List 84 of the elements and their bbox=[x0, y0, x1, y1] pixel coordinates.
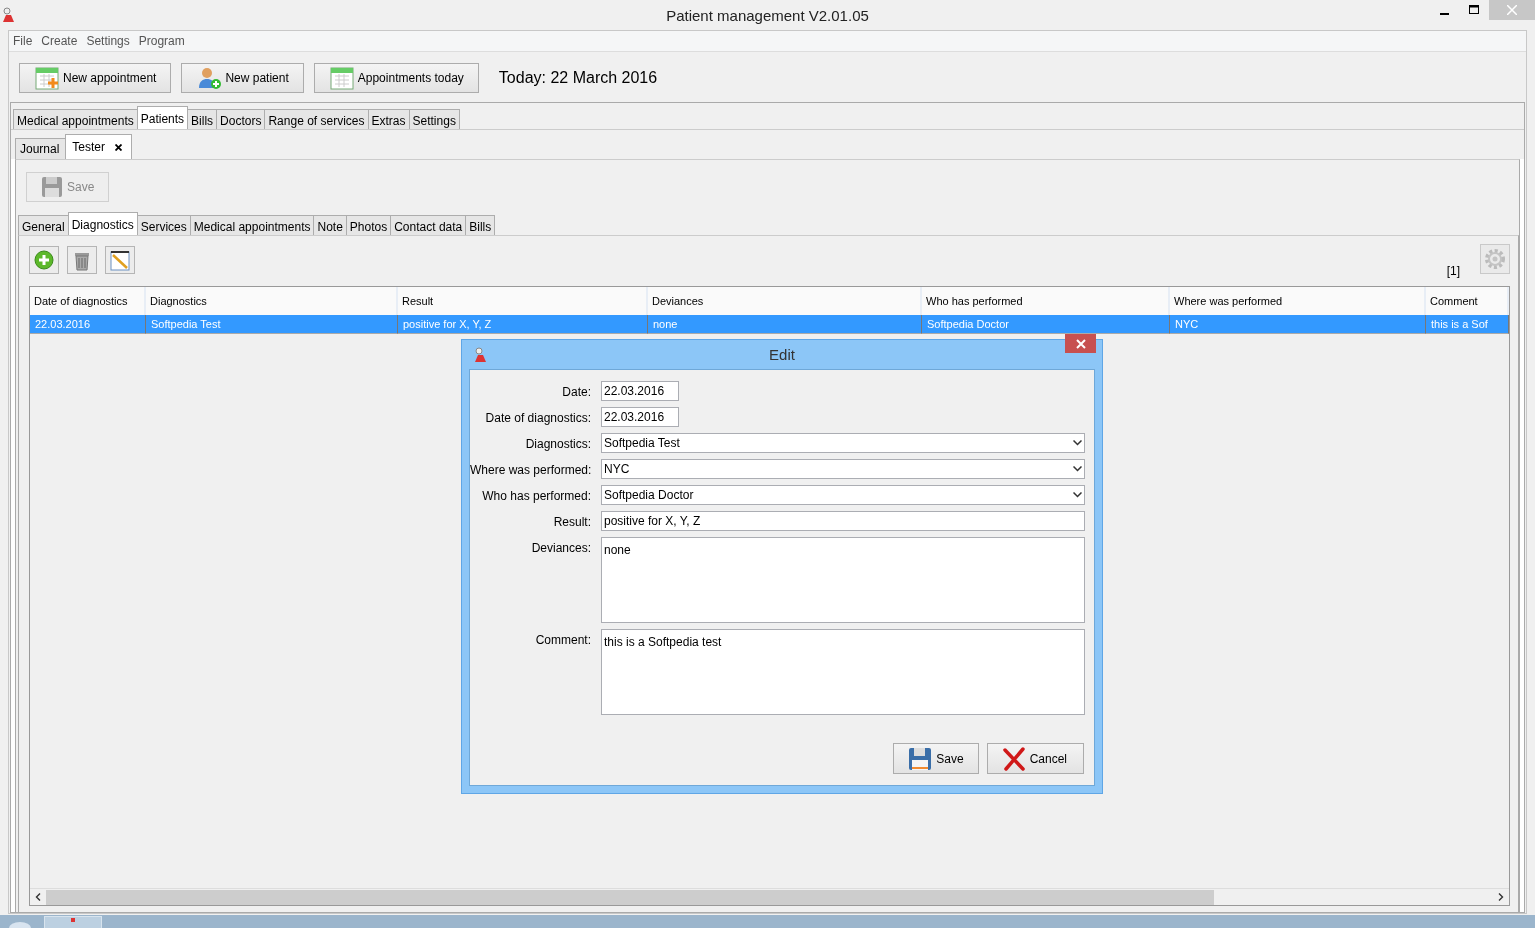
tab[interactable]: Photos bbox=[345, 215, 392, 235]
minimize-icon bbox=[1439, 13, 1449, 15]
tab[interactable]: Medical appointments bbox=[13, 109, 138, 129]
cross-icon bbox=[1001, 746, 1026, 771]
table-cell: positive for X, Y, Z bbox=[398, 315, 648, 334]
tab[interactable]: Patients bbox=[136, 106, 189, 129]
column-header[interactable]: Diagnostics bbox=[146, 287, 398, 315]
table-cell: 22.03.2016 bbox=[30, 315, 146, 334]
chevron-down-icon bbox=[1073, 492, 1082, 498]
app-icon bbox=[68, 917, 78, 922]
field-label: Date of diagnostics: bbox=[484, 410, 591, 427]
add-button[interactable] bbox=[29, 246, 59, 274]
scroll-thumb[interactable] bbox=[46, 889, 1214, 905]
column-header[interactable]: Result bbox=[398, 287, 648, 315]
close-button[interactable] bbox=[1065, 334, 1096, 353]
settings-icon bbox=[1483, 247, 1507, 271]
tab[interactable]: Note bbox=[313, 215, 347, 235]
toolbar-button[interactable]: New appointment bbox=[19, 63, 172, 93]
calendar-plus-icon bbox=[34, 65, 60, 91]
field-label: Result: bbox=[552, 514, 591, 531]
column-header[interactable]: Date of diagnostics bbox=[30, 287, 146, 315]
table-cell: Softpedia Doctor bbox=[922, 315, 1170, 334]
dialog-title: Edit bbox=[769, 346, 795, 363]
field-label: Diagnostics: bbox=[524, 436, 591, 453]
save-button[interactable]: Save bbox=[893, 743, 979, 774]
tab[interactable]: Bills bbox=[465, 215, 496, 235]
field-label: Who has performed: bbox=[481, 488, 591, 505]
date-field[interactable]: 22.03.2016 bbox=[601, 381, 679, 401]
dropdown[interactable]: Softpedia Test bbox=[601, 433, 1085, 453]
dropdown[interactable]: Softpedia Doctor bbox=[601, 485, 1085, 505]
maximize-icon bbox=[1469, 5, 1479, 15]
date-field[interactable]: 22.03.2016 bbox=[601, 407, 679, 427]
chevron-down-icon bbox=[1073, 440, 1082, 446]
column-header[interactable]: Deviances bbox=[648, 287, 922, 315]
tab[interactable]: Bills bbox=[187, 109, 218, 129]
calendar-icon bbox=[328, 65, 355, 91]
tab[interactable]: Services bbox=[136, 215, 191, 235]
plus-icon bbox=[34, 250, 54, 270]
tab[interactable]: Journal bbox=[15, 138, 67, 159]
field-label: Where was performed: bbox=[470, 462, 591, 479]
table-cell: NYC bbox=[1170, 315, 1426, 334]
menu-item[interactable]: Settings bbox=[86, 34, 130, 48]
menu-item[interactable]: Program bbox=[138, 34, 185, 48]
today-date: Today: 22 March 2016 bbox=[498, 69, 658, 87]
field-label: Comment: bbox=[534, 632, 591, 649]
dropdown[interactable]: NYC bbox=[601, 459, 1085, 479]
person-add-icon bbox=[196, 65, 223, 91]
menu-item[interactable]: Create bbox=[41, 34, 78, 48]
column-header[interactable]: Comment bbox=[1426, 287, 1509, 315]
field-label: Date: bbox=[561, 384, 591, 401]
tab[interactable]: Settings bbox=[408, 109, 460, 129]
toolbar-button[interactable]: New patient bbox=[181, 63, 304, 93]
notepad-pencil-icon bbox=[109, 249, 131, 271]
table-cell: Softpedia Test bbox=[146, 315, 398, 334]
app-icon bbox=[472, 346, 486, 363]
chevron-down-icon bbox=[1073, 466, 1082, 472]
close-icon bbox=[1507, 5, 1517, 15]
menu-item[interactable]: File bbox=[13, 34, 33, 48]
tab[interactable]: General bbox=[18, 215, 69, 235]
close-icon bbox=[1075, 338, 1086, 349]
delete-button[interactable] bbox=[67, 246, 97, 274]
tab[interactable]: Medical appointments bbox=[189, 215, 315, 235]
edit-button[interactable] bbox=[105, 246, 135, 274]
tab[interactable]: Diagnostics bbox=[67, 212, 138, 235]
field-label: Deviances: bbox=[530, 540, 591, 557]
table-cell: this is a Sof bbox=[1426, 315, 1509, 334]
toolbar-button[interactable]: Appointments today bbox=[313, 63, 479, 93]
taskbar-button[interactable] bbox=[44, 916, 102, 928]
record-count: [1] bbox=[1446, 264, 1460, 278]
column-header[interactable]: Where was performed bbox=[1170, 287, 1426, 315]
tab[interactable]: Range of services bbox=[264, 109, 369, 129]
tab[interactable]: Tester bbox=[65, 134, 133, 159]
tab[interactable]: Contact data bbox=[390, 215, 467, 235]
text-area[interactable]: this is a Softpedia test bbox=[601, 629, 1085, 715]
close-icon[interactable] bbox=[115, 143, 123, 151]
tab[interactable]: Doctors bbox=[216, 109, 266, 129]
table-cell: none bbox=[648, 315, 922, 334]
text-area[interactable]: none bbox=[601, 537, 1085, 623]
horizontal-scrollbar[interactable] bbox=[30, 888, 1509, 905]
cancel-button[interactable]: Cancel bbox=[986, 743, 1084, 774]
window-title: Patient management V2.01.05 bbox=[666, 6, 869, 24]
tab[interactable]: Extras bbox=[367, 109, 410, 129]
text-field[interactable]: positive for X, Y, Z bbox=[601, 511, 1085, 531]
column-header[interactable]: Who has performed bbox=[922, 287, 1170, 315]
